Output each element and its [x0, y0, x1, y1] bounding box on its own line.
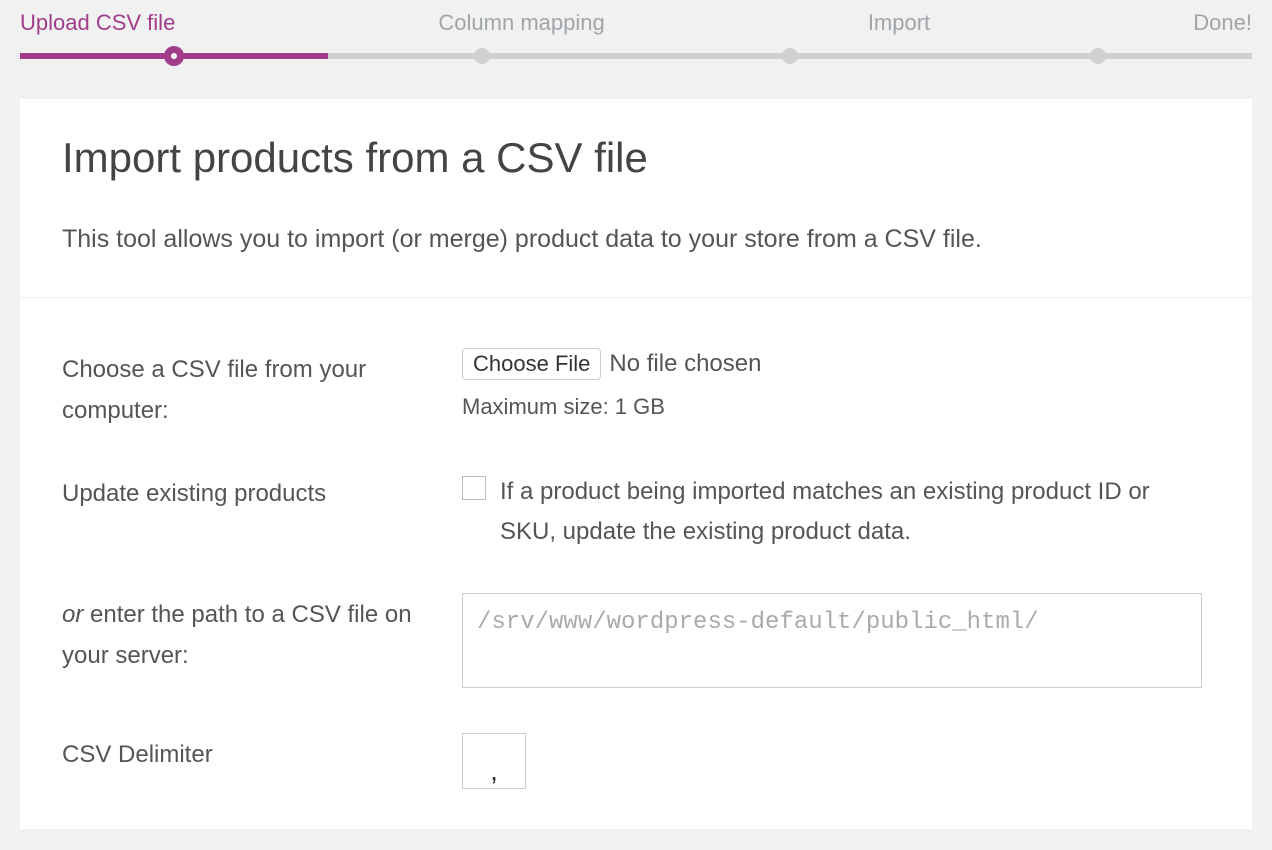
delimiter-input[interactable]: [462, 733, 526, 789]
step-marker-3: [782, 48, 798, 64]
choose-file-row: Choose a CSV file from your computer: Ch…: [62, 328, 1210, 452]
panel-header: Import products from a CSV file This too…: [20, 99, 1252, 298]
update-existing-checkbox[interactable]: [462, 476, 486, 500]
server-path-label: or enter the path to a CSV file on your …: [62, 593, 462, 677]
server-path-row: or enter the path to a CSV file on your …: [62, 573, 1210, 713]
step-marker-4: [1090, 48, 1106, 64]
step-column-mapping: Column mapping: [438, 10, 604, 36]
delimiter-row: CSV Delimiter: [62, 713, 1210, 809]
step-upload[interactable]: Upload CSV file: [20, 10, 175, 36]
choose-file-button[interactable]: Choose File: [462, 348, 601, 380]
file-status: No file chosen: [609, 350, 761, 378]
step-import: Import: [868, 10, 930, 36]
delimiter-label: CSV Delimiter: [62, 733, 462, 776]
choose-file-label: Choose a CSV file from your computer:: [62, 348, 462, 432]
file-size-hint: Maximum size: 1 GB: [462, 394, 1210, 420]
update-existing-label: Update existing products: [62, 472, 462, 515]
import-form: Choose a CSV file from your computer: Ch…: [20, 298, 1252, 829]
import-panel: Import products from a CSV file This too…: [20, 99, 1252, 829]
step-marker-2: [474, 48, 490, 64]
step-done: Done!: [1193, 10, 1252, 36]
progress-bar: [20, 53, 1252, 59]
page-description: This tool allows you to import (or merge…: [62, 222, 1210, 257]
page-title: Import products from a CSV file: [62, 134, 1210, 182]
server-path-input[interactable]: [462, 593, 1202, 688]
update-existing-description: If a product being imported matches an e…: [500, 472, 1210, 554]
step-marker-1: [164, 46, 184, 66]
progress-stepper: Upload CSV file Column mapping Import Do…: [0, 0, 1272, 59]
update-existing-row: Update existing products If a product be…: [62, 452, 1210, 574]
